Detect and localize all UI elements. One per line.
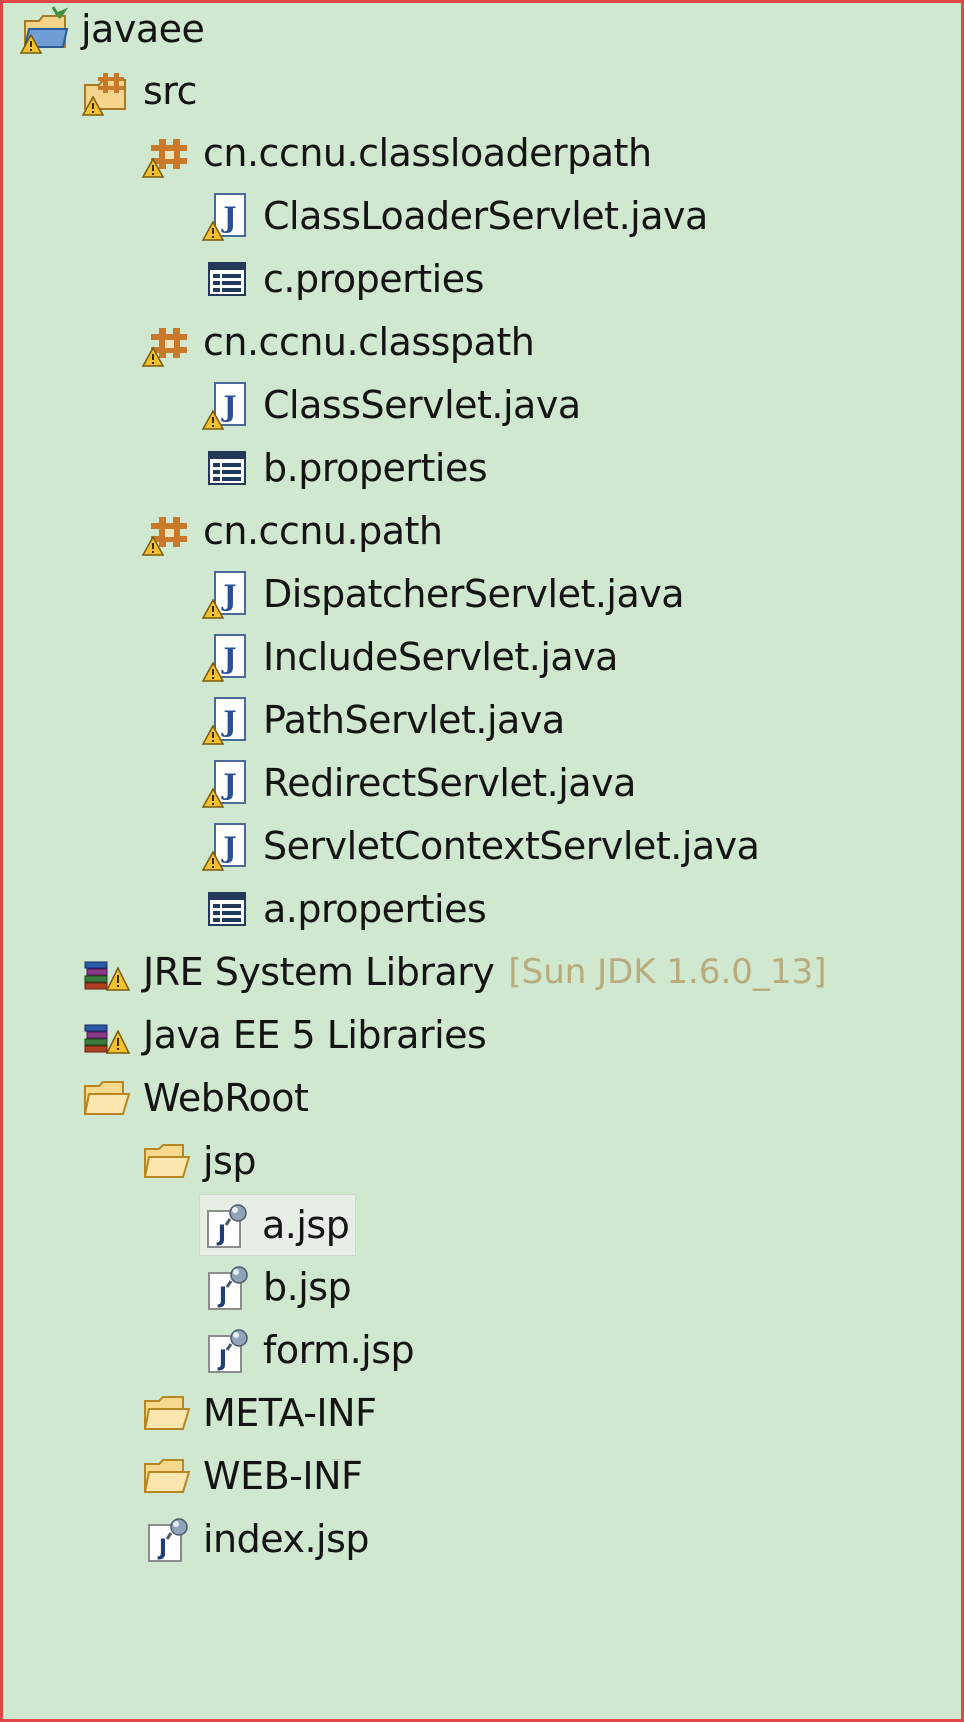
tree-node-label: jsp [203, 1139, 256, 1183]
tree-node-file[interactable]: b.properties [201, 438, 488, 498]
java-file-icon [201, 379, 253, 431]
tree-node-label: IncludeServlet.java [263, 635, 618, 679]
tree-node-file[interactable]: RedirectServlet.java [201, 753, 636, 813]
tree-node-label: Java EE 5 Libraries [143, 1013, 487, 1057]
tree-node-label: index.jsp [203, 1517, 370, 1561]
tree-node-label: PathServlet.java [263, 698, 565, 742]
tree-node-label: a.jsp [262, 1203, 350, 1247]
properties-file-icon [201, 883, 253, 935]
tree-node-webroot[interactable]: WebRoot [81, 1068, 309, 1128]
java-file-icon [201, 820, 253, 872]
tree-node-file[interactable]: c.properties [201, 249, 484, 309]
tree-node-file[interactable]: b.jsp [201, 1257, 352, 1317]
tree-node-label: ClassLoaderServlet.java [263, 194, 708, 238]
tree-node-file-selected[interactable]: a.jsp [199, 1194, 357, 1256]
tree-node-project[interactable]: javaee [19, 0, 205, 59]
jsp-file-icon [201, 1324, 253, 1376]
tree-node-index-jsp[interactable]: index.jsp [141, 1509, 370, 1569]
folder-open-icon [141, 1135, 193, 1187]
folder-open-icon [141, 1387, 193, 1439]
tree-node-file[interactable]: ClassLoaderServlet.java [201, 186, 708, 246]
tree-node-label: META-INF [203, 1391, 377, 1435]
tree-node-file[interactable]: ClassServlet.java [201, 375, 581, 435]
properties-file-icon [201, 253, 253, 305]
java-file-icon [201, 190, 253, 242]
tree-node-label: b.properties [263, 446, 488, 490]
tree-node-label: cn.ccnu.classloaderpath [203, 131, 652, 175]
project-tree: javaee src cn.ccnu.classloaderpath Class… [3, 3, 961, 1719]
properties-file-icon [201, 442, 253, 494]
tree-node-label: javaee [81, 7, 205, 51]
tree-node-package[interactable]: cn.ccnu.classpath [141, 312, 535, 372]
tree-node-file[interactable]: IncludeServlet.java [201, 627, 618, 687]
java-file-icon [201, 757, 253, 809]
tree-node-label: c.properties [263, 257, 484, 301]
tree-node-label: cn.ccnu.classpath [203, 320, 535, 364]
tree-node-package[interactable]: cn.ccnu.path [141, 501, 443, 561]
folder-open-icon [141, 1450, 193, 1502]
tree-node-label: WebRoot [143, 1076, 309, 1120]
tree-node-label: cn.ccnu.path [203, 509, 443, 553]
tree-node-jre-library[interactable]: JRE System Library [Sun JDK 1.6.0_13] [81, 942, 826, 1002]
tree-node-label: DispatcherServlet.java [263, 572, 685, 616]
jdk-version-decoration: [Sun JDK 1.6.0_13] [508, 952, 827, 992]
tree-node-label: src [143, 69, 197, 113]
tree-node-jsp-folder[interactable]: jsp [141, 1131, 256, 1191]
tree-node-label: RedirectServlet.java [263, 761, 636, 805]
jsp-file-icon [141, 1513, 193, 1565]
java-file-icon [201, 568, 253, 620]
package-icon [141, 316, 193, 368]
tree-node-file[interactable]: ServletContextServlet.java [201, 816, 760, 876]
tree-node-label: form.jsp [263, 1328, 415, 1372]
project-icon [19, 3, 71, 55]
tree-node-package[interactable]: cn.ccnu.classloaderpath [141, 123, 652, 183]
java-file-icon [201, 694, 253, 746]
package-icon [141, 505, 193, 557]
tree-node-label: a.properties [263, 887, 487, 931]
tree-node-meta-inf[interactable]: META-INF [141, 1383, 377, 1443]
tree-node-label: WEB-INF [203, 1454, 363, 1498]
package-icon [141, 127, 193, 179]
folder-open-icon [81, 1072, 133, 1124]
library-icon [81, 946, 133, 998]
library-icon [81, 1009, 133, 1061]
tree-node-label: JRE System Library [143, 950, 495, 994]
tree-node-file[interactable]: a.properties [201, 879, 487, 939]
tree-node-label: ClassServlet.java [263, 383, 581, 427]
package-explorer-panel: javaee src cn.ccnu.classloaderpath Class… [0, 0, 964, 1722]
jsp-file-icon [201, 1261, 253, 1313]
tree-node-label: b.jsp [263, 1265, 352, 1309]
tree-node-src[interactable]: src [81, 61, 197, 121]
tree-node-file[interactable]: DispatcherServlet.java [201, 564, 685, 624]
java-file-icon [201, 631, 253, 683]
tree-node-web-inf[interactable]: WEB-INF [141, 1446, 363, 1506]
jsp-file-icon [200, 1199, 252, 1251]
tree-node-file[interactable]: PathServlet.java [201, 690, 565, 750]
tree-node-javaee-libraries[interactable]: Java EE 5 Libraries [81, 1005, 487, 1065]
source-folder-icon [81, 65, 133, 117]
tree-node-label: ServletContextServlet.java [263, 824, 760, 868]
tree-node-file[interactable]: form.jsp [201, 1320, 415, 1380]
